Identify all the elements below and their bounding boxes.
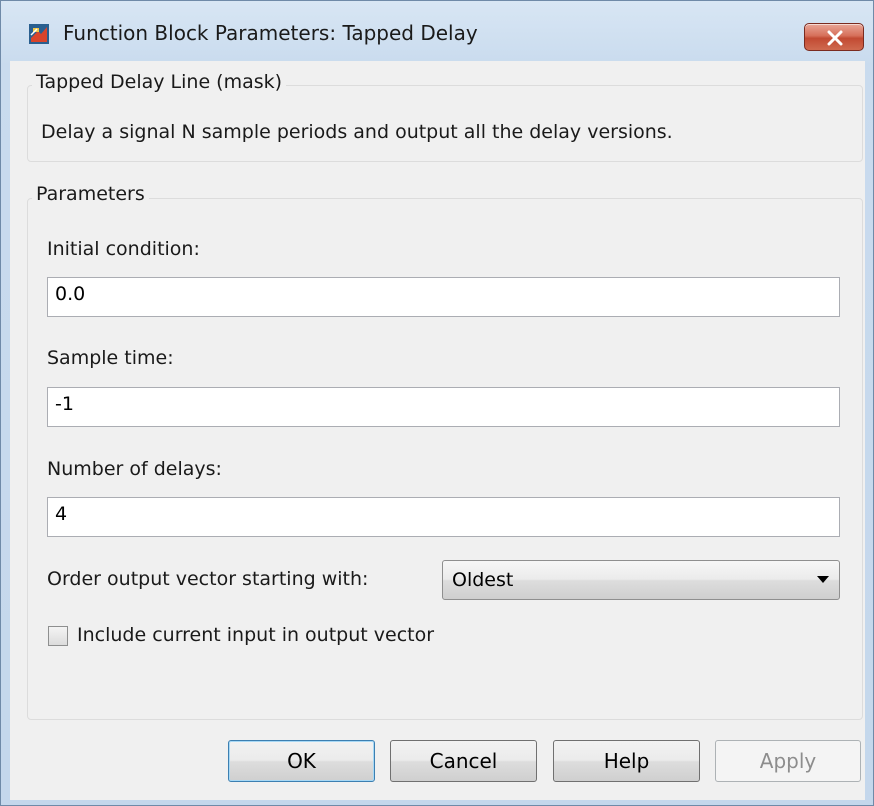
close-button[interactable] — [804, 23, 864, 51]
order-output-select[interactable]: Oldest — [442, 560, 840, 600]
chevron-down-icon — [817, 576, 829, 583]
dialog-window: Function Block Parameters: Tapped Delay … — [0, 0, 874, 806]
simulink-block-icon — [28, 23, 50, 45]
close-icon — [827, 30, 843, 46]
ok-button[interactable]: OK — [228, 740, 375, 782]
order-output-label: Order output vector starting with: — [47, 568, 369, 590]
sample-time-input[interactable]: -1 — [47, 387, 840, 427]
cancel-button[interactable]: Cancel — [390, 740, 537, 782]
initial-condition-input[interactable]: 0.0 — [47, 277, 840, 317]
parameters-group-legend: Parameters — [32, 183, 149, 205]
title-bar[interactable]: Function Block Parameters: Tapped Delay — [1, 1, 873, 61]
apply-button: Apply — [715, 740, 861, 782]
include-current-checkbox[interactable] — [48, 626, 68, 646]
number-of-delays-input[interactable]: 4 — [47, 497, 840, 537]
window-title: Function Block Parameters: Tapped Delay — [63, 21, 478, 45]
block-description: Delay a signal N sample periods and outp… — [41, 121, 673, 143]
sample-time-label: Sample time: — [47, 347, 174, 369]
dialog-content: Tapped Delay Line (mask) Delay a signal … — [10, 61, 865, 800]
number-of-delays-label: Number of delays: — [47, 458, 222, 480]
order-output-selected-value: Oldest — [452, 569, 514, 591]
initial-condition-label: Initial condition: — [47, 238, 200, 260]
description-group-legend: Tapped Delay Line (mask) — [32, 71, 287, 93]
include-current-label[interactable]: Include current input in output vector — [77, 624, 434, 646]
help-button[interactable]: Help — [553, 740, 700, 782]
